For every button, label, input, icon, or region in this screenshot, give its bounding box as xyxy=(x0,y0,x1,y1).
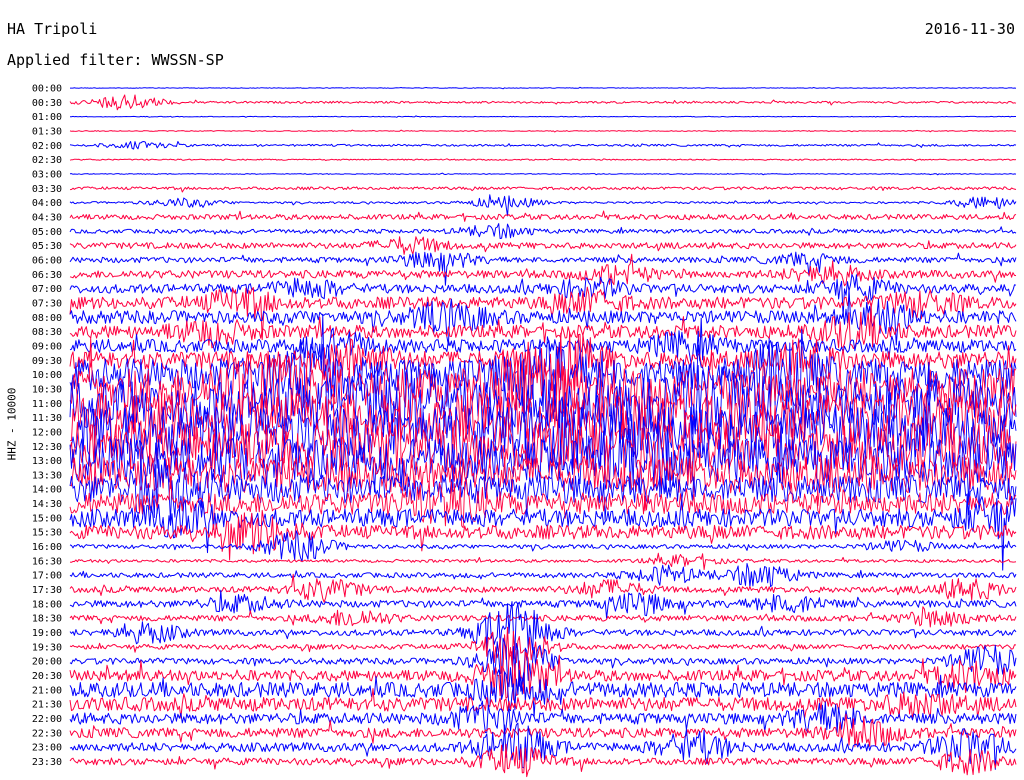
trace-line xyxy=(69,552,1017,570)
time-tick-label: 05:30 xyxy=(32,241,62,252)
time-tick-label: 01:30 xyxy=(32,126,62,137)
time-tick-label: 10:00 xyxy=(32,370,62,381)
time-tick-label: 12:30 xyxy=(32,442,62,453)
time-tick-label: 14:30 xyxy=(32,499,62,510)
trace-line xyxy=(70,86,1017,90)
time-tick-label: 18:00 xyxy=(32,599,62,610)
time-tick-label: 09:00 xyxy=(32,341,62,352)
time-tick-label: 08:30 xyxy=(32,327,62,338)
time-tick-label: 20:30 xyxy=(32,671,62,682)
time-tick-label: 23:30 xyxy=(32,757,62,768)
time-tick-label: 17:30 xyxy=(32,585,62,596)
trace-line xyxy=(69,158,1017,162)
time-tick-label: 03:30 xyxy=(32,184,62,195)
time-tick-label: 03:00 xyxy=(32,169,62,180)
time-tick-label: 22:30 xyxy=(32,728,62,739)
trace-line xyxy=(69,94,1017,111)
time-tick-label: 04:30 xyxy=(32,212,62,223)
time-tick-label: 06:00 xyxy=(32,255,62,266)
time-tick-label: 05:00 xyxy=(32,227,62,238)
time-tick-label: 23:00 xyxy=(32,743,62,754)
time-tick-label: 16:00 xyxy=(32,542,62,553)
trace-line xyxy=(69,141,1017,150)
time-tick-label: 00:00 xyxy=(32,84,62,95)
trace-layer xyxy=(69,86,1017,778)
trace-line xyxy=(69,606,1017,628)
trace-line xyxy=(69,743,1017,778)
trace-line xyxy=(69,236,1017,255)
trace-line xyxy=(69,573,1017,603)
time-tick-label: 20:00 xyxy=(32,657,62,668)
trace-line xyxy=(69,286,1017,341)
time-tick-label: 07:00 xyxy=(32,284,62,295)
time-tick-label: 04:00 xyxy=(32,198,62,209)
time-tick-label: 09:30 xyxy=(32,356,62,367)
time-tick-label: 15:00 xyxy=(32,513,62,524)
trace-line xyxy=(69,210,1017,222)
time-tick-label: 21:30 xyxy=(32,700,62,711)
time-tick-label: 01:00 xyxy=(32,112,62,123)
trace-line xyxy=(70,115,1016,118)
time-tick-label: 10:30 xyxy=(32,384,62,395)
trace-line xyxy=(69,186,1017,193)
trace-line xyxy=(69,129,1017,133)
time-tick-label: 16:30 xyxy=(32,556,62,567)
time-tick-label: 17:00 xyxy=(32,571,62,582)
time-tick-label: 19:30 xyxy=(32,642,62,653)
time-tick-label: 08:00 xyxy=(32,313,62,324)
time-tick-label: 11:00 xyxy=(32,399,62,410)
trace-line xyxy=(69,194,1017,217)
time-tick-label: 19:00 xyxy=(32,628,62,639)
trace-line xyxy=(69,563,1017,588)
time-tick-label: 15:30 xyxy=(32,528,62,539)
trace-line xyxy=(69,172,1017,176)
seismogram-plot: 00:00 00:30 01:00 01:30 02:00 02:30 03:00 03:30… xyxy=(32,84,1017,778)
time-tick-label: 13:30 xyxy=(32,470,62,481)
trace-line xyxy=(69,601,1017,652)
trace-line xyxy=(69,589,1017,619)
time-tick-label: 07:30 xyxy=(32,298,62,309)
time-tick-label: 22:00 xyxy=(32,714,62,725)
time-tick-label: 18:30 xyxy=(32,614,62,625)
time-tick-label: 02:30 xyxy=(32,155,62,166)
time-tick-label: 14:00 xyxy=(32,485,62,496)
time-tick-labels: 00:00 00:30 01:00 01:30 02:00 02:30 03:00 03:30… xyxy=(32,84,62,769)
time-tick-label: 00:30 xyxy=(32,98,62,109)
time-tick-label: 06:30 xyxy=(32,270,62,281)
time-tick-label: 12:00 xyxy=(32,427,62,438)
time-tick-label: 11:30 xyxy=(32,413,62,424)
time-tick-label: 02:00 xyxy=(32,141,62,152)
time-tick-label: 21:00 xyxy=(32,685,62,696)
trace-line xyxy=(69,223,1017,239)
time-tick-label: 13:00 xyxy=(32,456,62,467)
